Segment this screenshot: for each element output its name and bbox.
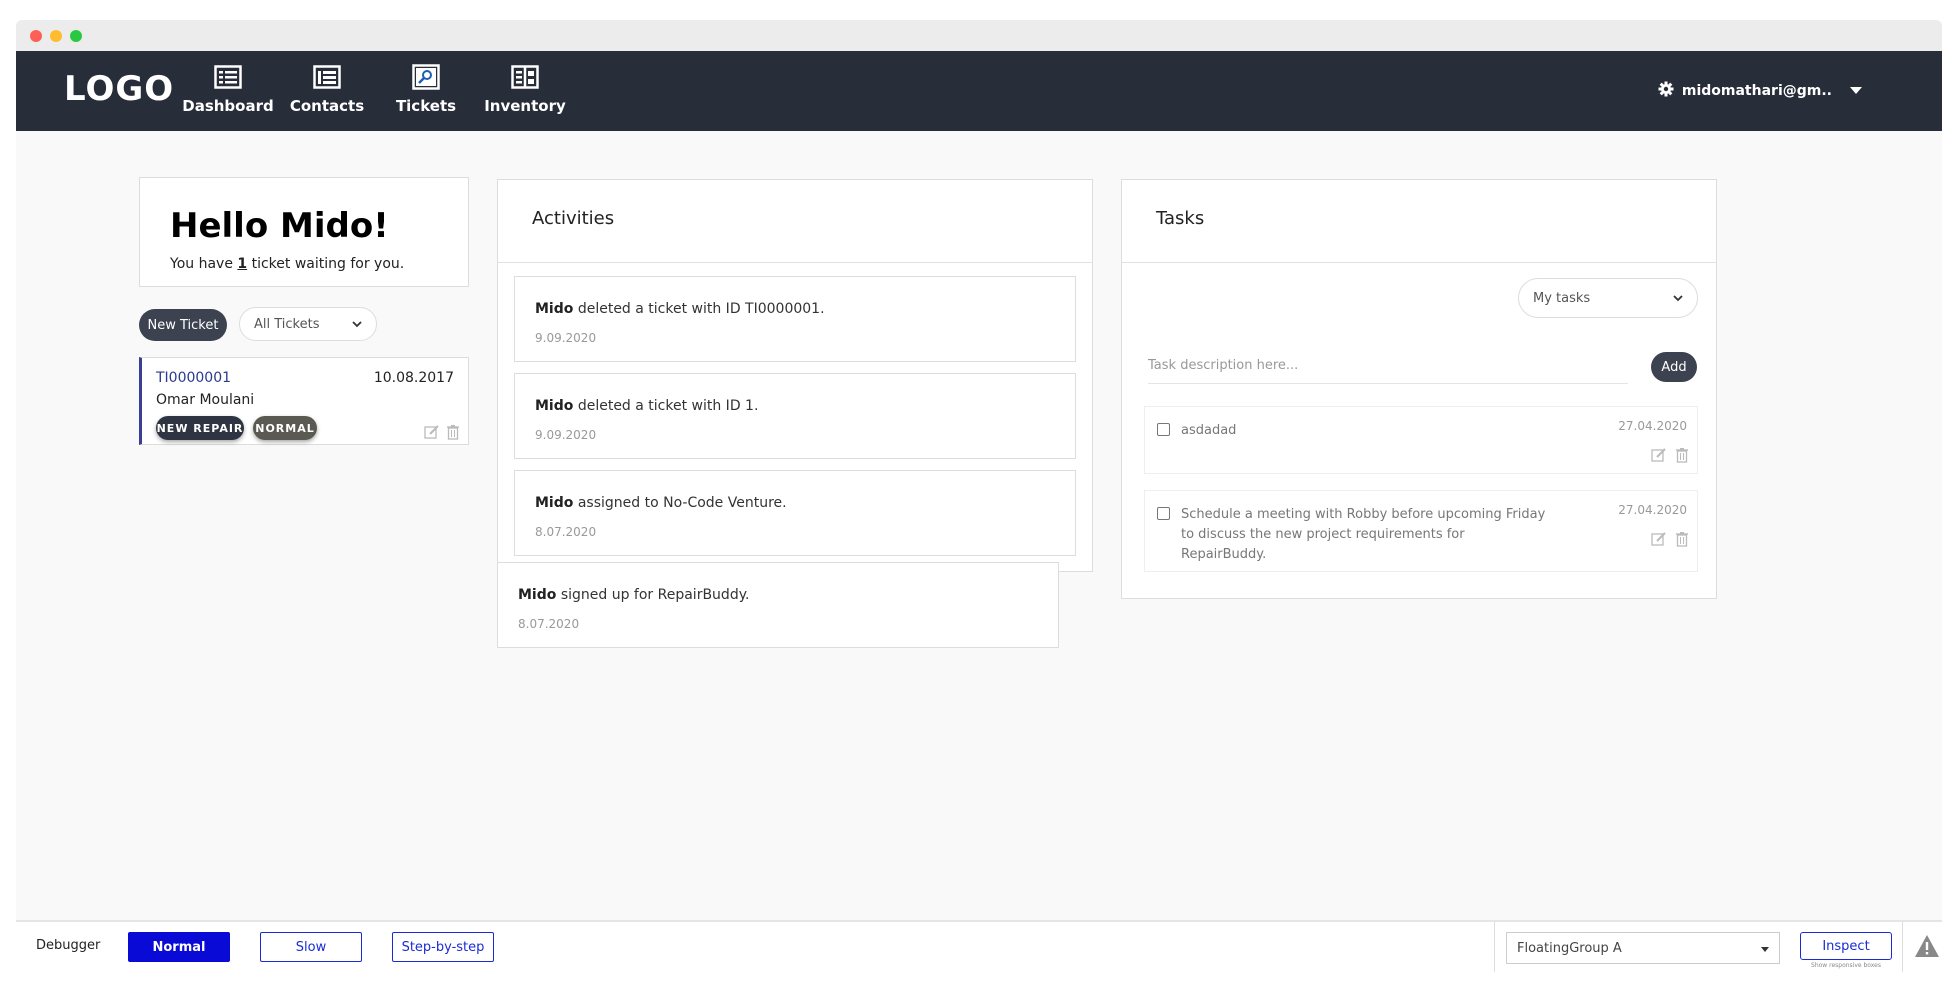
nav-label: Inventory	[484, 97, 566, 115]
inspect-button[interactable]: Inspect	[1800, 932, 1892, 960]
inspect-hint: Show responsive boxes	[1811, 962, 1881, 969]
trash-icon[interactable]	[1675, 531, 1691, 547]
mode-step-button[interactable]: Step-by-step	[392, 932, 494, 962]
task-checkbox[interactable]	[1157, 423, 1170, 436]
user-email: midomathari@gm..	[1681, 83, 1832, 99]
divider	[1902, 922, 1903, 972]
nav-item-tickets[interactable]: Tickets	[371, 61, 481, 115]
activity-date: 8.07.2020	[518, 617, 580, 631]
activity-actor: Mido	[518, 587, 557, 603]
dashboard-icon	[211, 61, 245, 93]
trash-icon[interactable]	[1675, 447, 1691, 463]
task-checkbox[interactable]	[1157, 507, 1170, 520]
ticket-count[interactable]: 1	[237, 256, 247, 272]
greeting-text-after: ticket waiting for you.	[247, 256, 405, 272]
activities-title: Activities	[532, 208, 615, 229]
greeting-message: You have 1 ticket waiting for you.	[170, 256, 468, 272]
nav-label: Dashboard	[182, 97, 274, 115]
user-menu[interactable]: midomathari@gm..	[1658, 81, 1862, 101]
task-filter-value: My tasks	[1533, 290, 1591, 306]
add-task-button[interactable]: Add	[1651, 352, 1697, 382]
chevron-down-icon	[1673, 291, 1683, 306]
ticket-customer: Omar Moulani	[156, 392, 255, 408]
task-filter-select[interactable]: My tasks	[1518, 278, 1698, 318]
activity-date: 9.09.2020	[535, 428, 597, 442]
task-date: 27.04.2020	[1618, 419, 1687, 433]
divider	[1494, 922, 1495, 972]
task-item: asdadad 27.04.2020	[1144, 406, 1698, 474]
edit-icon[interactable]	[1651, 447, 1667, 463]
contacts-icon	[310, 61, 344, 93]
tasks-title: Tasks	[1156, 208, 1205, 229]
trash-icon[interactable]	[446, 424, 462, 440]
app-logo[interactable]: LOGO	[64, 69, 174, 109]
activities-panel: Activities Mido deleted a ticket with ID…	[497, 179, 1093, 572]
debugger-bar: Debugger Normal Slow Step-by-step Floati…	[16, 920, 1942, 980]
edit-icon[interactable]	[1651, 531, 1667, 547]
greeting-title: Hello Mido!	[170, 206, 389, 246]
caret-down-icon	[1761, 941, 1769, 956]
activity-text: Mido signed up for RepairBuddy.	[518, 587, 749, 603]
task-description-input[interactable]: Task description here...	[1148, 352, 1628, 384]
greeting-card: Hello Mido! You have 1 ticket waiting fo…	[139, 177, 469, 287]
tickets-icon	[409, 61, 443, 93]
inventory-icon	[508, 61, 542, 93]
debugger-label: Debugger	[36, 938, 101, 953]
activity-actor: Mido	[535, 398, 574, 414]
activity-text: Mido deleted a ticket with ID TI0000001.	[535, 301, 825, 317]
nav-label: Contacts	[289, 97, 365, 115]
activity-actor: Mido	[535, 301, 574, 317]
activity-description: deleted a ticket with ID TI0000001.	[573, 301, 825, 317]
activity-description: deleted a ticket with ID 1.	[573, 398, 759, 414]
activity-date: 8.07.2020	[535, 525, 597, 539]
minimize-window-icon[interactable]	[50, 29, 62, 42]
activity-description: signed up for RepairBuddy.	[556, 587, 750, 603]
chevron-down-icon	[352, 317, 362, 332]
task-text: asdadad	[1181, 423, 1237, 438]
ticket-date: 10.08.2017	[373, 370, 454, 386]
divider	[498, 262, 1092, 263]
activity-text: Mido assigned to No-Code Venture.	[535, 495, 787, 511]
maximize-window-icon[interactable]	[70, 29, 82, 42]
ticket-type-badge: NEW REPAIR	[156, 416, 244, 440]
greeting-text-before: You have	[170, 256, 238, 272]
activity-actor: Mido	[535, 495, 574, 511]
new-ticket-button[interactable]: New Ticket	[139, 309, 227, 341]
nav-item-dashboard[interactable]: Dashboard	[173, 61, 283, 115]
tasks-panel: Tasks My tasks Task description here... …	[1121, 179, 1717, 599]
top-navbar: LOGO Dashboard Contacts Tickets Inventor…	[16, 51, 1942, 131]
chevron-down-icon	[1850, 83, 1862, 99]
warning-icon[interactable]	[1914, 934, 1940, 962]
close-window-icon[interactable]	[30, 29, 42, 42]
ticket-id[interactable]: TI0000001	[156, 370, 231, 386]
task-text: Schedule a meeting with Robby before upc…	[1181, 507, 1546, 562]
task-item: Schedule a meeting with Robby before upc…	[1144, 490, 1698, 572]
ticket-filter-select[interactable]: All Tickets	[239, 307, 377, 341]
activity-text: Mido deleted a ticket with ID 1.	[535, 398, 758, 414]
activity-description: assigned to No-Code Venture.	[573, 495, 787, 511]
activity-date: 9.09.2020	[535, 331, 597, 345]
ticket-card[interactable]: TI0000001 10.08.2017 Omar Moulani NEW RE…	[139, 357, 469, 445]
floating-group-value: FloatingGroup A	[1517, 940, 1622, 956]
ticket-priority-badge: NORMAL	[253, 416, 317, 440]
activity-item: Mido deleted a ticket with ID 1. 9.09.20…	[514, 373, 1076, 459]
nav-item-contacts[interactable]: Contacts	[272, 61, 382, 115]
nav-item-inventory[interactable]: Inventory	[470, 61, 580, 115]
activity-item: Mido signed up for RepairBuddy. 8.07.202…	[497, 562, 1059, 648]
task-date: 27.04.2020	[1618, 503, 1687, 517]
activity-item: Mido assigned to No-Code Venture. 8.07.2…	[514, 470, 1076, 556]
nav-label: Tickets	[395, 97, 457, 115]
window-titlebar	[16, 20, 1942, 51]
mode-normal-button[interactable]: Normal	[128, 932, 230, 962]
divider	[1122, 262, 1716, 263]
edit-icon[interactable]	[424, 424, 440, 440]
ticket-filter-value: All Tickets	[254, 316, 320, 332]
floating-group-select[interactable]: FloatingGroup A	[1506, 932, 1780, 964]
activity-item: Mido deleted a ticket with ID TI0000001.…	[514, 276, 1076, 362]
gear-icon	[1658, 81, 1674, 101]
mode-slow-button[interactable]: Slow	[260, 932, 362, 962]
browser-window: LOGO Dashboard Contacts Tickets Inventor…	[16, 20, 1942, 980]
